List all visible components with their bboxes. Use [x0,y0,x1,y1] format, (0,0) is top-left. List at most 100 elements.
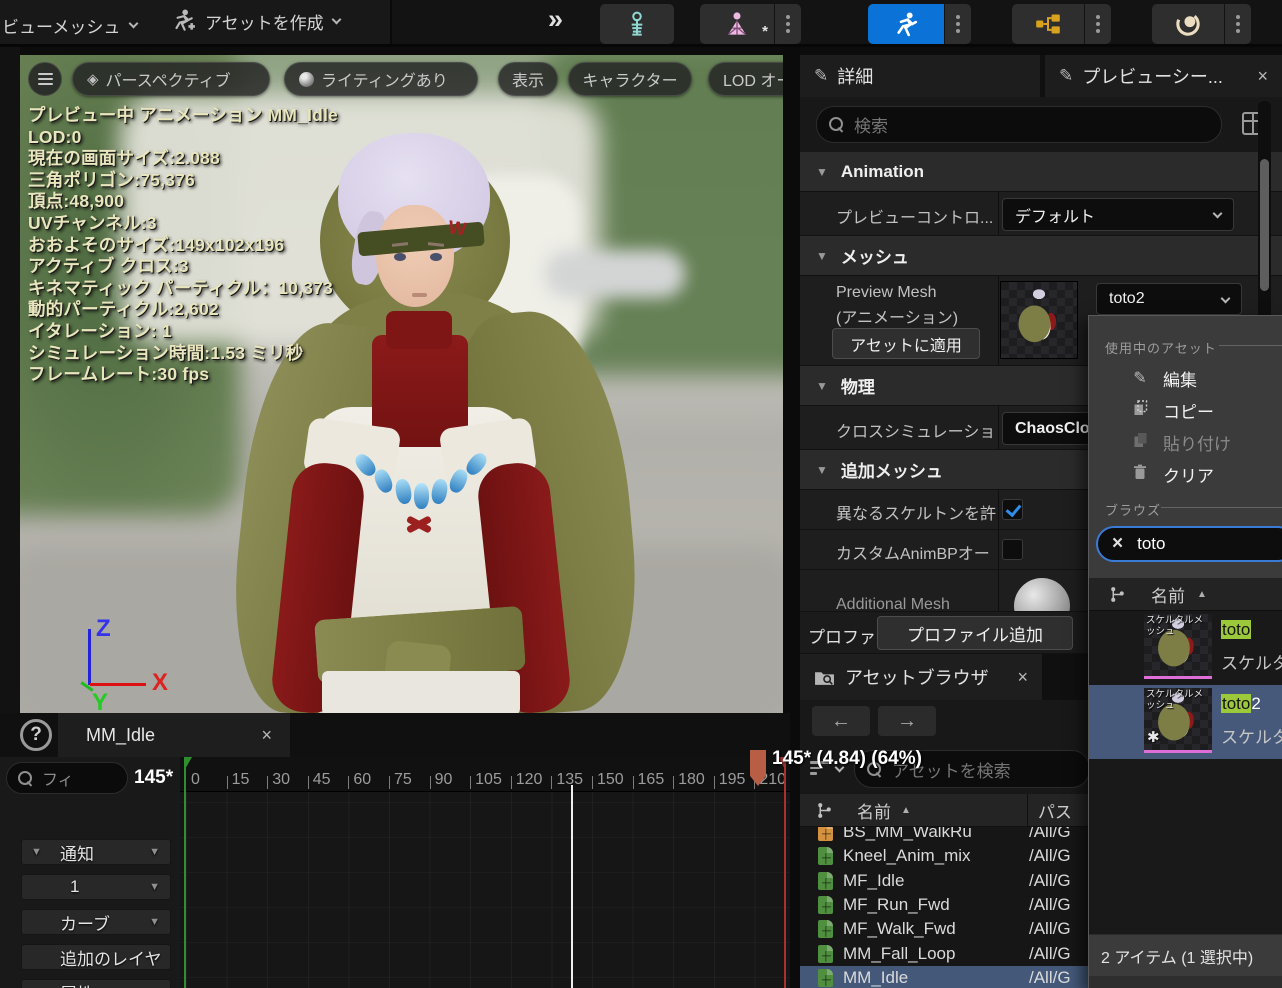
playhead-line[interactable] [571,785,573,988]
track-notifies-label: 通知 [60,844,94,864]
apply-to-asset-button[interactable]: アセットに適用 [832,328,980,359]
stat-line: シミュレーション時間:1.53 ミリ秒 [28,342,304,363]
result-name: toto [1221,620,1252,639]
track-lane-label: 1 [70,877,80,896]
menu-item-clear[interactable]: クリア [1089,458,1282,490]
tab-mm-idle[interactable]: MM_Idle × [58,713,290,757]
back-button[interactable]: ← [812,706,870,736]
show-button[interactable]: 表示 [498,62,558,96]
menu-item-edit[interactable]: ✎ 編集 [1089,362,1282,394]
tab-asset-browser[interactable]: アセットブラウザ × [800,654,1042,700]
track-filter-input[interactable]: フィルタ [6,762,128,794]
collapse-triangle-icon: ▼ [816,378,828,393]
skeletal-mesh-options-button[interactable] [775,4,801,44]
section-mesh[interactable]: ▼ メッシュ [800,236,1282,276]
close-icon[interactable]: × [1017,667,1028,688]
dirty-asterisk-badge: * [762,23,768,40]
section-animation[interactable]: ▼ Animation [800,152,1282,192]
lod-button[interactable]: LOD オート [708,62,783,96]
viewport-menu-button[interactable] [28,62,62,96]
tab-preview-scene[interactable]: ✎ プレビューシー... × [1045,55,1282,97]
tab-mm-idle-label: MM_Idle [86,724,156,745]
view-mesh-dropdown[interactable]: ビューメッシュ [2,13,139,38]
left-edge-strip [0,47,20,713]
lighting-mode-button[interactable]: ライティングあり [284,62,478,96]
clear-search-icon[interactable]: × [1112,533,1123,555]
collapse-triangle-icon: ▼ [816,164,828,179]
sphere-thumbnail[interactable] [1014,578,1070,611]
forward-button[interactable]: → [878,706,936,736]
pencil-icon: ✎ [1133,370,1147,387]
sort-ascending-icon: ▲ [901,804,911,816]
menu-item-paste[interactable]: 貼り付け [1089,426,1282,458]
track-curves-label: カーブ [60,914,110,934]
help-button[interactable]: ? [20,719,52,751]
tab-details[interactable]: ✎ 詳細 [800,55,1040,97]
scrollbar-thumb[interactable] [1260,159,1269,291]
allow-skeleton-checkbox[interactable] [1002,499,1023,520]
skeleton-mode-button[interactable] [600,4,674,44]
section-mesh-label: メッシュ [840,248,909,267]
create-asset-dropdown[interactable]: アセットを作成 [170,8,342,34]
preview-mesh-dropdown[interactable]: toto2 [1096,283,1242,315]
preview-viewport[interactable]: W ◈ パースペクティブ ライティングあり 表示 キャラクター LOD オ プレ… [20,55,783,713]
section-divider [1161,507,1282,508]
close-icon[interactable]: × [261,725,272,746]
stat-line: 現在の画面サイズ:2.088 [28,148,220,169]
track-notify-lane-1[interactable]: 1 ▼ [21,874,171,900]
result-row-toto2[interactable]: スケルタルメッシュ ✱ toto2 スケルタルメッシュ [1089,685,1282,759]
track-curves[interactable]: カーブ ▼ [21,909,171,935]
toolbar-right-section [392,0,1282,44]
ellipsis-vertical-icon [1096,22,1100,26]
menu-item-copy[interactable]: コピー [1089,394,1282,426]
character-button[interactable]: キャラクター [568,62,692,96]
asset-name: MF_Walk_Fwd [843,919,956,939]
preview-controller-value: デフォルト [1015,208,1096,226]
physics-options-button[interactable] [1225,4,1251,44]
chevron-down-icon [331,14,342,24]
timeline-ruler[interactable]: 0 15 30 45 60 75 90 105 120 135 150 165 … [180,757,790,792]
track-attributes[interactable]: 属性 [21,979,171,988]
track-additional-layers[interactable]: 追加のレイヤ [21,944,171,970]
timeline-track-area[interactable]: 0 15 30 45 60 75 90 105 120 135 150 165 … [180,748,922,988]
triangle-icon: ▼ [149,881,160,893]
column-divider [1026,794,1028,826]
tick-label: 45 [312,771,331,788]
preview-mesh-thumbnail[interactable] [1000,281,1078,359]
physics-mode-button[interactable] [1152,4,1224,44]
blueprint-options-button[interactable] [1085,4,1111,44]
folder-search-icon [815,671,834,685]
track-notifies[interactable]: ▼ 通知 ▼ [21,839,171,865]
toolbar-overflow-chevrons[interactable]: » [548,4,563,35]
animation-mode-button[interactable] [868,4,944,44]
ruler-tick: 0 [186,757,227,791]
add-profile-button[interactable]: プロファイル追加 [877,616,1073,650]
range-start-marker[interactable] [184,757,186,988]
section-browse-label: ブラウズ [1105,503,1162,518]
item-count-label: 2 アイテム (1 選択中) [1101,949,1254,967]
anim-blueprint-mode-button[interactable] [1012,4,1084,44]
paste-icon [1131,432,1149,453]
ruler-tick: 30 [267,757,308,791]
skeletal-mesh-mode-button[interactable]: * [700,4,774,44]
perspective-button[interactable]: ◈ パースペクティブ [72,62,270,96]
animation-timeline-panel: ? MM_Idle × フィルタ 145* ▼ 通知 ▼ 1 ▼ カーブ [0,713,922,988]
ruler-tick: 15 [226,757,268,791]
ellipsis-vertical-icon [1236,22,1240,26]
details-search-input[interactable]: 検索 [816,106,1222,143]
preview-controller-dropdown[interactable]: デフォルト [1002,198,1234,231]
details-icon: ✎ [814,66,829,85]
result-row-toto[interactable]: スケルタルメッシュ toto スケルタルメッシュ [1089,611,1282,685]
running-man-icon [896,11,917,36]
browse-search-input[interactable]: × toto [1096,526,1282,562]
range-end-marker[interactable] [784,757,786,988]
create-asset-icon [175,9,195,31]
asset-name: Kneel_Anim_mix [843,846,971,866]
create-asset-label: アセットを作成 [205,13,324,33]
track-attributes-label: 属性 [60,980,94,988]
browse-list-header[interactable]: 名前 ▲ [1089,578,1282,611]
animation-options-button[interactable] [945,4,971,44]
close-icon[interactable]: × [1257,66,1268,87]
stat-line: キネマティック パーティクル：10,373 [28,277,333,298]
custom-animbp-checkbox[interactable] [1002,539,1023,560]
